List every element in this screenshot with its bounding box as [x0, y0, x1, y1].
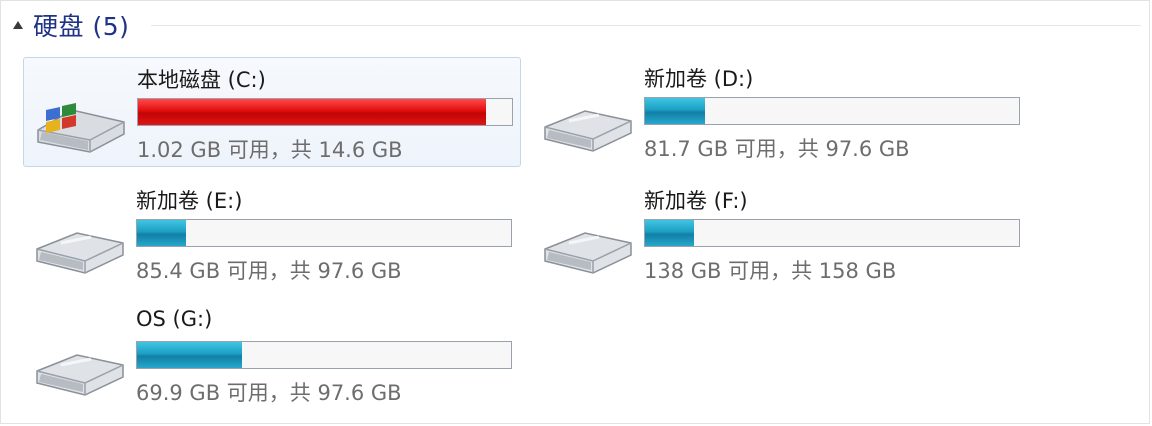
drive-item-d[interactable]: 新加卷 (D:) 81.7 GB 可用，共 97.6 GB [531, 57, 1029, 167]
drive-item-f[interactable]: 新加卷 (F:) 138 GB 可用，共 158 GB [531, 179, 1029, 289]
usage-bar [644, 97, 1020, 125]
group-header-hard-drives[interactable]: 硬盘 (5) [13, 7, 129, 43]
usage-bar [136, 219, 512, 247]
drive-item-e[interactable]: 新加卷 (E:) 85.4 GB 可用，共 97.6 GB [23, 179, 521, 289]
drive-name: OS (G:) [136, 307, 213, 331]
drive-name: 本地磁盘 (C:) [137, 68, 266, 92]
drive-name: 新加卷 (F:) [644, 189, 748, 213]
drive-item-c[interactable]: 本地磁盘 (C:) 1.02 GB 可用，共 14.6 GB [23, 57, 521, 167]
usage-bar-fill [645, 98, 705, 124]
hard-drive-icon [36, 354, 124, 396]
group-title: 硬盘 (5) [33, 12, 130, 41]
usage-bar-fill [645, 220, 694, 246]
drive-item-g[interactable]: OS (G:) 69.9 GB 可用，共 97.6 GB [23, 301, 521, 411]
drive-space-info: 85.4 GB 可用，共 97.6 GB [136, 259, 402, 283]
explorer-pane: 硬盘 (5) 本地磁盘 (C:) 1.02 GB 可用，共 14.6 GB 新加… [0, 0, 1150, 424]
group-divider [151, 25, 1141, 26]
hard-drive-icon [544, 110, 632, 152]
usage-bar [136, 341, 512, 369]
collapse-arrow-icon[interactable] [13, 21, 23, 29]
drive-space-info: 138 GB 可用，共 158 GB [644, 259, 897, 283]
usage-bar-fill [137, 342, 242, 368]
usage-bar [644, 219, 1020, 247]
drive-name: 新加卷 (D:) [644, 67, 754, 91]
windows-system-drive-icon [37, 103, 125, 153]
usage-bar-fill [138, 99, 486, 125]
hard-drive-icon [544, 232, 632, 274]
usage-bar [137, 98, 513, 126]
drive-space-info: 1.02 GB 可用，共 14.6 GB [137, 138, 403, 162]
drive-space-info: 69.9 GB 可用，共 97.6 GB [136, 381, 402, 405]
usage-bar-fill [137, 220, 186, 246]
drive-name: 新加卷 (E:) [136, 189, 243, 213]
drive-space-info: 81.7 GB 可用，共 97.6 GB [644, 137, 910, 161]
hard-drive-icon [36, 232, 124, 274]
